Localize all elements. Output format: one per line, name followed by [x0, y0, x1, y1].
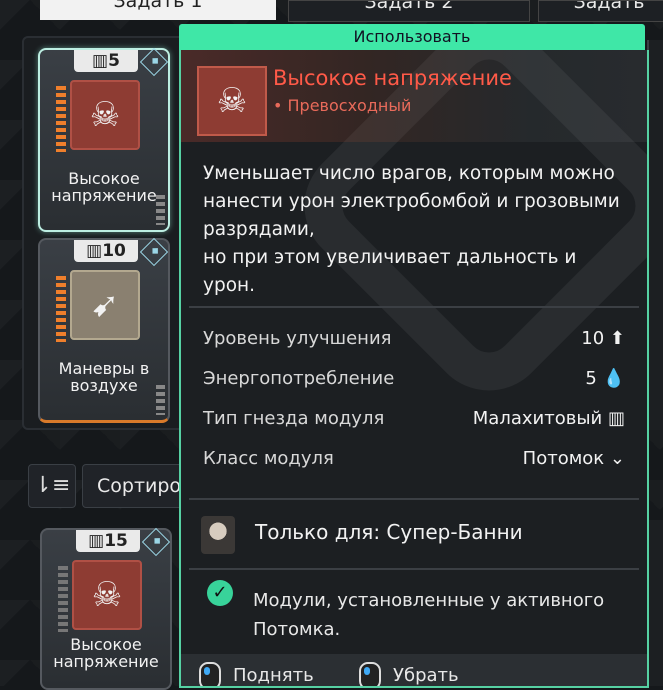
descendant-icon: ◆	[139, 47, 169, 77]
sort-icon: ⇂≡	[33, 473, 71, 498]
stat-value: Потомок	[522, 448, 605, 469]
descendant-icon: ◆	[141, 527, 171, 557]
stat-energy: Энергопотребление 5 💧	[203, 368, 625, 394]
right-panel-edge	[647, 40, 663, 430]
mouse-icon	[359, 662, 381, 686]
malachite-icon: ▥	[607, 408, 625, 429]
divider	[189, 498, 639, 500]
descendant-icon: ◆	[139, 237, 169, 267]
module-card-high-voltage[interactable]: ▥5 ◆ ☠ Высокое напряжение	[38, 47, 170, 232]
divider	[189, 568, 639, 570]
tooltip-header: ☠ Высокое напряжение • Превосходный	[181, 50, 647, 416]
skull-icon: ☠	[70, 80, 140, 150]
module-card-high-voltage-inventory[interactable]: ▥15 ◆ ☠ Высокое напряжение	[40, 527, 172, 690]
sort-order-button[interactable]: ⇂≡	[28, 464, 76, 508]
upgrade-arrow-icon: ⬆	[609, 328, 625, 349]
stat-value: 10	[581, 328, 605, 349]
skull-icon: ☠	[197, 66, 267, 136]
slot-pin	[156, 195, 165, 225]
skull-icon: ☠	[72, 560, 142, 630]
slot-pin	[156, 385, 165, 415]
action-label: Поднять	[233, 665, 314, 686]
module-name: Высокое напряжение	[51, 169, 157, 205]
sort-label: Сортиро	[97, 475, 182, 497]
stat-label: Энергопотребление	[203, 368, 395, 389]
mouse-icon	[199, 662, 221, 686]
module-tooltip: ☠ Высокое напряжение • Превосходный Умен…	[179, 50, 649, 688]
module-rank: • Превосходный	[273, 96, 412, 115]
drop-icon: 💧	[602, 368, 625, 389]
tab-preset-1[interactable]: Задать 1	[40, 0, 276, 20]
avatar	[201, 516, 235, 554]
module-title: Высокое напряжение	[273, 66, 512, 90]
stat-upgrade-level: Уровень улучшения 10 ⬆	[203, 328, 625, 354]
level-bars	[56, 276, 66, 342]
tab-label: Задать 2	[364, 0, 454, 13]
stat-label: Тип гнезда модуля	[203, 408, 385, 429]
capacity-cost: ▥10	[74, 240, 138, 262]
module-description: Уменьшает число врагов, которым можно на…	[203, 163, 620, 296]
capacity-cost: ▥5	[74, 50, 138, 72]
level-bars	[58, 566, 68, 632]
use-button[interactable]: Использовать	[179, 24, 645, 50]
only-for-label: Только для: Супер-Банни	[255, 520, 523, 544]
module-name: Высокое напряжение	[53, 635, 159, 671]
level-bars	[56, 86, 66, 152]
remove-action[interactable]: Убрать	[359, 662, 459, 686]
stat-label: Класс модуля	[203, 448, 334, 469]
raise-action[interactable]: Поднять	[199, 662, 314, 686]
check-icon: ✓	[207, 580, 233, 606]
right-panel-edge-lower	[647, 520, 663, 686]
equipped-note: Модули, установленные у активного Потомк…	[253, 590, 605, 640]
module-card-air-maneuvers[interactable]: ▥10 ◆ ➹ Маневры в воздухе	[38, 237, 170, 423]
stat-module-class: Класс модуля Потомок ⌄	[203, 448, 625, 474]
capacity-cost: ▥15	[76, 530, 140, 552]
stat-value: 5	[585, 368, 597, 389]
dash-icon: ➹	[70, 270, 140, 340]
tab-label: Задать 1	[113, 0, 203, 12]
tab-preset-2[interactable]: Задать 2	[288, 0, 530, 22]
tab-label: Задать	[573, 0, 645, 13]
divider	[189, 306, 639, 308]
tab-preset-3[interactable]: Задать	[538, 0, 663, 22]
stat-value: Малахитовый	[472, 408, 603, 429]
stat-label: Уровень улучшения	[203, 328, 392, 349]
tooltip-footer: Поднять Убрать	[181, 654, 647, 686]
stat-socket-type: Тип гнезда модуля Малахитовый ▥	[203, 408, 625, 434]
module-name: Маневры в воздухе	[58, 359, 150, 395]
descendant-icon: ⌄	[609, 448, 625, 469]
action-label: Убрать	[393, 665, 459, 686]
